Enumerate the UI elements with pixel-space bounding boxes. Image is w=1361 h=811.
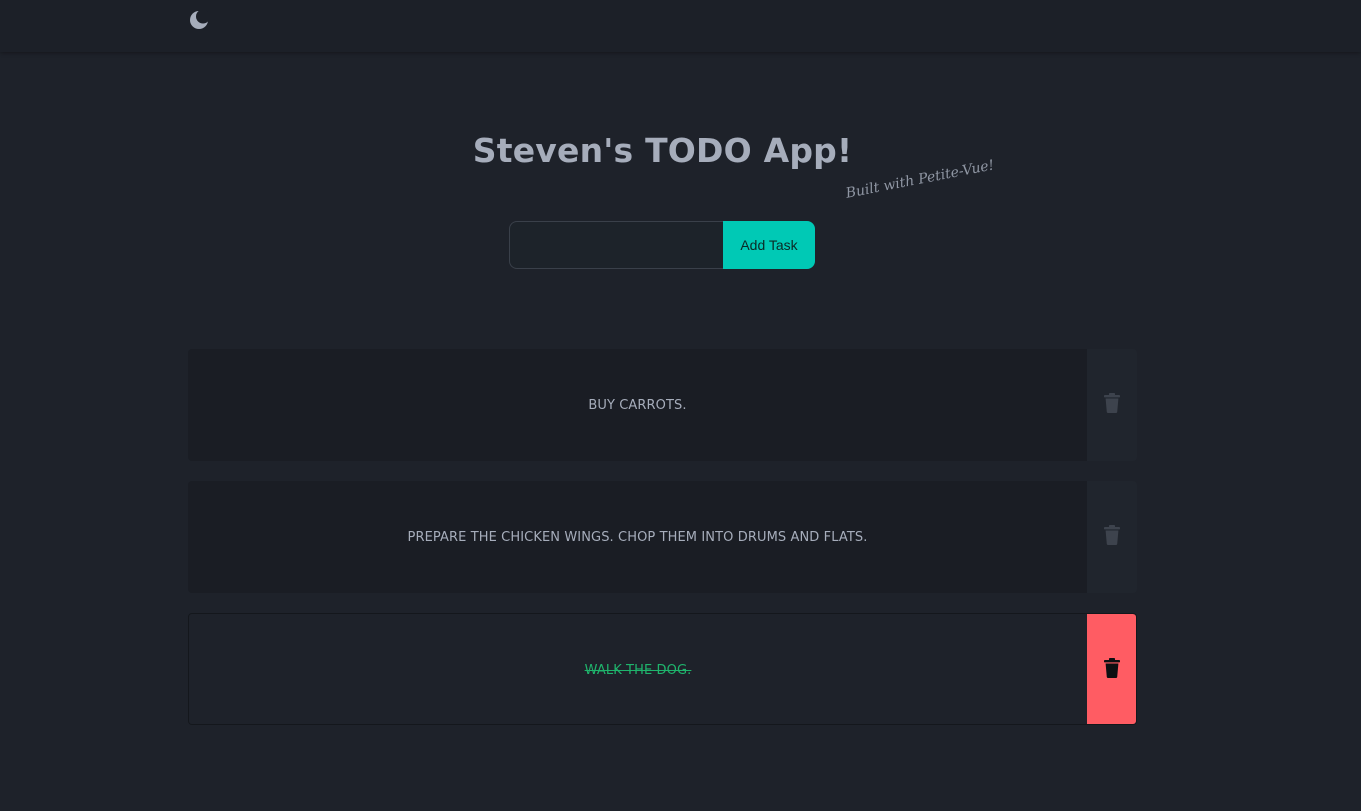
delete-task-button[interactable] xyxy=(1087,349,1137,461)
task-item: Prepare the chicken wings. Chop them int… xyxy=(188,481,1137,593)
add-task-form: Add Task xyxy=(509,221,815,269)
delete-task-button[interactable] xyxy=(1087,481,1137,593)
delete-task-button[interactable] xyxy=(1087,614,1136,724)
trash-icon xyxy=(1104,657,1120,683)
trash-icon xyxy=(1104,392,1120,418)
task-toggle-area[interactable]: Buy carrots. xyxy=(188,349,1087,461)
theme-toggle-button[interactable] xyxy=(188,9,210,35)
task-item-done: Walk the dog. xyxy=(188,613,1137,725)
task-toggle-area[interactable]: Prepare the chicken wings. Chop them int… xyxy=(188,481,1087,593)
task-toggle-area[interactable]: Walk the dog. xyxy=(189,614,1087,724)
moon-icon xyxy=(189,9,210,35)
task-list: Buy carrots. Prepare the chicken wings. … xyxy=(188,349,1137,745)
task-text: Buy carrots. xyxy=(588,397,687,413)
trash-icon xyxy=(1104,524,1120,550)
add-task-button[interactable]: Add Task xyxy=(723,221,815,269)
top-navbar xyxy=(0,0,1361,52)
task-item: Buy carrots. xyxy=(188,349,1137,461)
page-title: Steven's TODO App! xyxy=(472,131,853,170)
task-text: Walk the dog. xyxy=(584,662,692,678)
task-input[interactable] xyxy=(509,221,723,269)
task-text: Prepare the chicken wings. Chop them int… xyxy=(407,529,868,545)
